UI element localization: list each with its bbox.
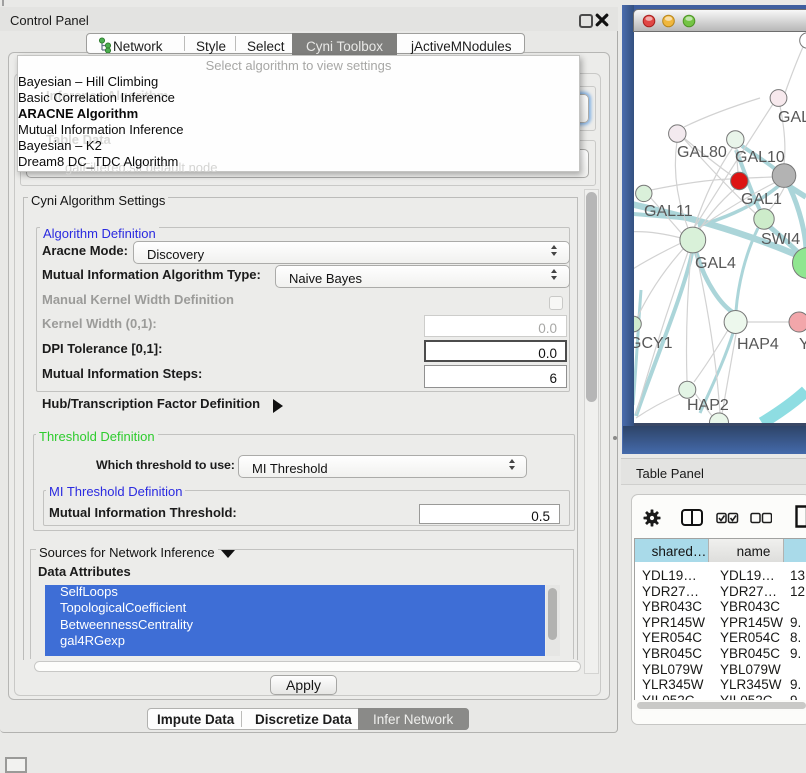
svg-text:GAL10: GAL10 <box>735 149 785 166</box>
svg-text:GAL80: GAL80 <box>677 144 727 161</box>
svg-text:HAP4: HAP4 <box>737 336 779 353</box>
svg-text:GAL: GAL <box>778 109 806 126</box>
svg-text:GAL4: GAL4 <box>695 255 736 272</box>
svg-text:SWI4: SWI4 <box>761 231 800 248</box>
svg-text:GAL11: GAL11 <box>644 203 693 220</box>
svg-text:GAL1: GAL1 <box>741 191 782 208</box>
svg-text:Y: Y <box>799 336 806 353</box>
svg-text:HAP2: HAP2 <box>687 397 729 414</box>
svg-text:GCY1: GCY1 <box>634 335 673 352</box>
